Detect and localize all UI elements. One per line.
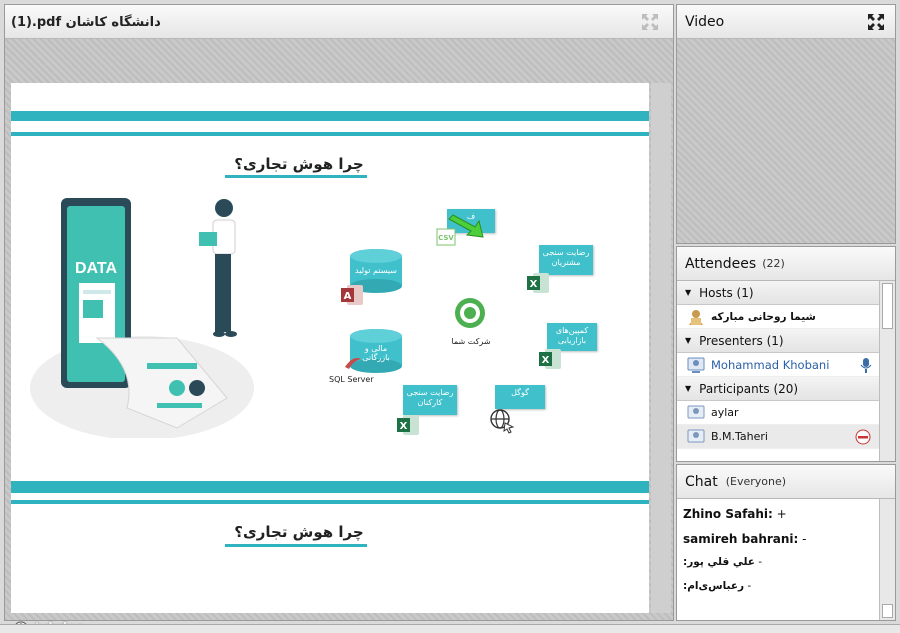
slide-band [11, 132, 649, 136]
share-pod: (1).pdf دانشگاه کاشان چرا هوش تجاری؟ DAT… [4, 4, 674, 633]
vertical-scrollbar[interactable] [651, 83, 671, 613]
cylinder-label: سیستم تولید [355, 266, 397, 275]
chat-scope[interactable]: (Everyone) [726, 475, 786, 488]
collapse-triangle-icon[interactable]: ▼ [685, 336, 691, 345]
chat-author: samireh bahrani: [683, 532, 799, 546]
user-icon [687, 429, 705, 442]
chat-message: Zhino Safahi: + [683, 507, 787, 521]
group-hosts[interactable]: ▼ Hosts (1) [677, 281, 879, 305]
company-label: شرکت شما [451, 337, 491, 346]
chat-message: رعباس‌ی‌ام: - [683, 580, 751, 592]
chat-message: samireh bahrani: - [683, 532, 807, 546]
attendee-row[interactable]: Mohammad Khobani [677, 353, 879, 377]
video-pod: Video [676, 4, 896, 244]
data-illustration: DATA [30, 198, 254, 438]
slide-band [11, 500, 649, 504]
chat-title: Chat [685, 473, 718, 490]
access-icon: A [341, 285, 363, 305]
remove-icon[interactable] [855, 429, 871, 445]
sql-server-label: SQL Server [329, 375, 374, 384]
slide-title-next: چرا هوش تجاری؟ [234, 523, 364, 541]
svg-text:X: X [542, 355, 550, 366]
slide-title: چرا هوش تجاری؟ [234, 155, 364, 173]
chat-messages: Zhino Safahi: + samireh bahrani: - علي ق… [677, 499, 879, 620]
group-participants[interactable]: ▼ Participants (20) [677, 377, 879, 401]
chat-text: - [798, 532, 807, 546]
attendee-name: Mohammad Khobani [711, 357, 830, 372]
attendee-scrollbar[interactable] [879, 281, 895, 461]
attendees-pod-header: Attendees (22) [677, 247, 895, 281]
chat-scrollbar[interactable] [879, 499, 895, 620]
collapse-triangle-icon[interactable]: ▼ [685, 288, 691, 297]
excel-icon: X [527, 273, 549, 293]
attendee-name: aylar [711, 406, 739, 419]
company-logo-icon [455, 298, 485, 328]
attendee-row[interactable]: B.M.Taheri [677, 425, 879, 449]
attendee-row[interactable]: شیما روحانی مبارکه [677, 305, 879, 329]
bottom-bar [0, 624, 900, 633]
group-label: Participants (20) [699, 381, 799, 396]
chat-message: علي قلي پور: - [683, 556, 762, 568]
user-icon [687, 405, 705, 418]
chat-text: + [772, 507, 787, 521]
csv-icon: CSV [436, 214, 484, 246]
svg-text:CSV: CSV [438, 234, 454, 242]
pdf-page: چرا هوش تجاری؟ DATA سیستم تولید A مالی و… [11, 83, 649, 613]
source-card: رضایت سنجی کارکنان [403, 385, 457, 415]
svg-text:DATA: DATA [75, 260, 118, 277]
svg-text:X: X [530, 279, 538, 290]
chat-text: - [754, 556, 763, 568]
excel-icon: X [539, 349, 561, 369]
video-title: Video [685, 13, 725, 30]
video-pod-header: Video [677, 5, 895, 39]
share-content-area: چرا هوش تجاری؟ DATA سیستم تولید A مالی و… [5, 39, 673, 633]
chat-author: علي قلي پور: [683, 556, 755, 568]
group-presenters[interactable]: ▼ Presenters (1) [677, 329, 879, 353]
slide-band [11, 111, 649, 121]
attendees-pod: Attendees (22) ▼ Hosts (1) شیما روحانی م… [676, 246, 896, 462]
chat-pod: Chat (Everyone) Zhino Safahi: + samireh … [676, 464, 896, 621]
sql-server-icon [345, 358, 361, 369]
share-pod-header: (1).pdf دانشگاه کاشان [5, 5, 673, 39]
attendee-row[interactable]: aylar [677, 401, 879, 425]
maximize-icon[interactable] [641, 13, 659, 31]
collapse-triangle-icon[interactable]: ▼ [685, 384, 691, 393]
presenter-user-icon [687, 357, 705, 373]
video-area [677, 39, 895, 243]
attendee-list: ▼ Hosts (1) شیما روحانی مبارکه ▼ Present… [677, 281, 879, 461]
chat-author: Zhino Safahi: [683, 507, 773, 521]
group-label: Hosts (1) [699, 285, 754, 300]
share-title: (1).pdf دانشگاه کاشان [11, 15, 161, 30]
attendee-name: شیما روحانی مبارکه [711, 310, 816, 323]
chat-pod-header: Chat (Everyone) [677, 465, 895, 499]
attendee-name: B.M.Taheri [711, 430, 768, 443]
source-card: گوگل [495, 385, 545, 409]
slide-band [11, 481, 649, 493]
title-underline [225, 175, 367, 178]
title-underline [225, 544, 367, 547]
host-user-icon [689, 309, 703, 325]
microphone-icon [860, 358, 872, 373]
attendees-count: (22) [762, 257, 785, 270]
globe-icon [490, 409, 515, 434]
group-label: Presenters (1) [699, 333, 784, 348]
chat-author: رعباس‌ی‌ام: [683, 580, 745, 592]
chat-text: - [744, 580, 752, 592]
attendees-title: Attendees [685, 255, 757, 272]
svg-text:X: X [400, 421, 408, 432]
maximize-icon[interactable] [867, 13, 885, 31]
excel-icon: X [397, 415, 419, 435]
adobe-connect-room: (1).pdf دانشگاه کاشان چرا هوش تجاری؟ DAT… [0, 0, 900, 633]
svg-text:A: A [344, 291, 352, 302]
